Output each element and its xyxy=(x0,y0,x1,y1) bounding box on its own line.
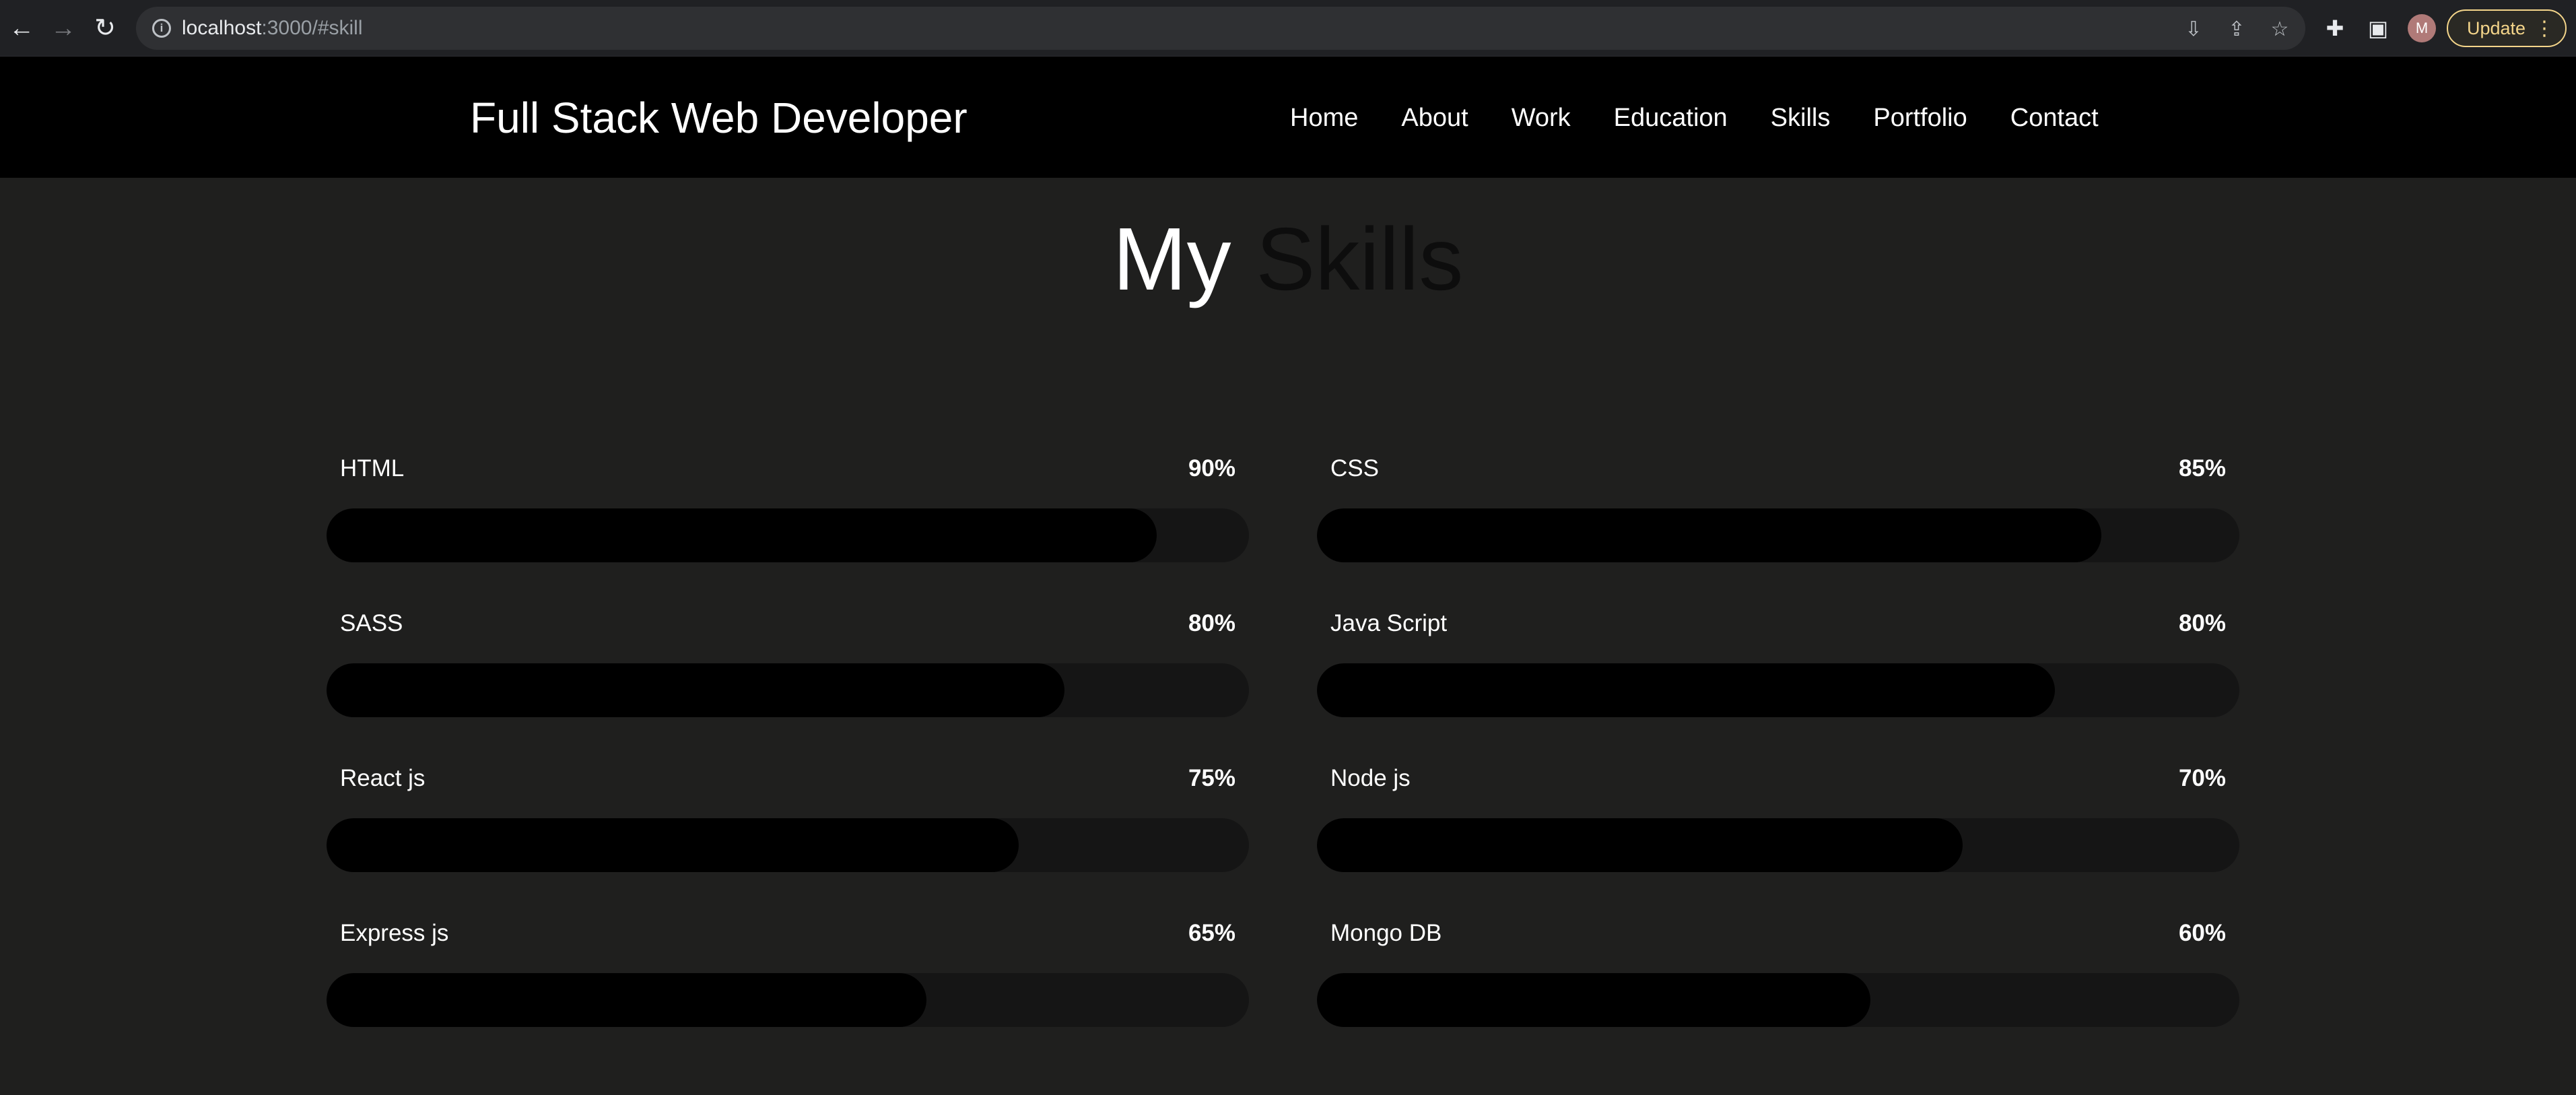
skill-bar-track xyxy=(1317,973,2239,1027)
skill-percent: 80% xyxy=(2178,610,2226,636)
reload-icon[interactable]: ↻ xyxy=(89,12,121,44)
install-icon[interactable]: ⇩ xyxy=(2180,16,2207,43)
nav-work[interactable]: Work xyxy=(1512,102,1571,133)
skill-name: Express js xyxy=(340,920,449,946)
avatar-initial: M xyxy=(2415,20,2429,36)
skill-bar-fill xyxy=(1317,508,2101,562)
forward-arrow-icon[interactable]: → xyxy=(47,12,79,44)
update-label: Update xyxy=(2467,18,2526,38)
section-title: My Skills xyxy=(0,209,2576,310)
skill-bar-fill xyxy=(327,663,1064,717)
skill-item: Node js 70% xyxy=(1317,764,2239,892)
update-button[interactable]: Update ⋮ xyxy=(2447,9,2567,47)
skill-bar-fill xyxy=(1317,973,1870,1027)
skill-bar-track xyxy=(327,973,1249,1027)
skill-item: React js 75% xyxy=(327,764,1249,892)
nav-skills[interactable]: Skills xyxy=(1771,102,1831,133)
skill-name: Node js xyxy=(1330,765,1411,791)
skill-name: React js xyxy=(340,765,426,791)
skill-bar-fill xyxy=(327,508,1157,562)
skill-bar-track xyxy=(1317,508,2239,562)
menu-dots-icon[interactable]: ⋮ xyxy=(2534,18,2554,40)
skill-item: SASS 80% xyxy=(327,609,1249,737)
skill-percent: 70% xyxy=(2178,765,2226,791)
nav-about[interactable]: About xyxy=(1401,102,1468,133)
extensions-icon[interactable]: ✚ xyxy=(2320,13,2350,43)
skill-percent: 85% xyxy=(2178,455,2226,482)
avatar[interactable]: M xyxy=(2408,14,2436,42)
skill-name: HTML xyxy=(340,455,405,482)
skill-name: CSS xyxy=(1330,455,1379,482)
skill-bar-track xyxy=(327,818,1249,872)
skill-item: Express js 65% xyxy=(327,919,1249,1047)
skill-bar-fill xyxy=(327,818,1019,872)
nav-education[interactable]: Education xyxy=(1614,102,1728,133)
skill-percent: 60% xyxy=(2178,920,2226,946)
skill-bar-track xyxy=(327,663,1249,717)
side-panel-icon[interactable]: ▣ xyxy=(2363,13,2393,43)
share-icon[interactable]: ⇪ xyxy=(2223,16,2250,43)
main-nav: Home About Work Education Skills Portfol… xyxy=(1290,102,2142,133)
skill-bar-track xyxy=(1317,818,2239,872)
skill-percent: 80% xyxy=(1188,610,1235,636)
star-icon[interactable]: ☆ xyxy=(2266,16,2293,43)
skill-bar-fill xyxy=(327,973,926,1027)
section-title-word-skills: Skills xyxy=(1256,209,1464,308)
nav-portfolio[interactable]: Portfolio xyxy=(1873,102,1967,133)
skill-bar-fill xyxy=(1317,663,2055,717)
skill-name: Java Script xyxy=(1330,610,1448,636)
skill-item: HTML 90% xyxy=(327,455,1249,583)
skill-percent: 65% xyxy=(1188,920,1235,946)
skill-bar-track xyxy=(327,508,1249,562)
nav-home[interactable]: Home xyxy=(1290,102,1358,133)
skill-name: Mongo DB xyxy=(1330,920,1442,946)
skill-bar-track xyxy=(1317,663,2239,717)
skill-name: SASS xyxy=(340,610,403,636)
skill-percent: 90% xyxy=(1188,455,1235,482)
brand-title[interactable]: Full Stack Web Developer xyxy=(470,92,968,143)
skill-item: Java Script 80% xyxy=(1317,609,2239,737)
browser-toolbar: ← → ↻ i localhost:3000/#skill ⇩ ⇪ ☆ ✚ ▣ … xyxy=(0,0,2576,57)
skill-item: Mongo DB 60% xyxy=(1317,919,2239,1047)
skill-percent: 75% xyxy=(1188,765,1235,791)
back-arrow-icon[interactable]: ← xyxy=(5,12,38,44)
section-title-word-my: My xyxy=(1112,209,1231,308)
info-icon[interactable]: i xyxy=(152,19,171,38)
url-text[interactable]: localhost:3000/#skill xyxy=(182,16,363,40)
skill-item: CSS 85% xyxy=(1317,455,2239,583)
address-bar[interactable]: i localhost:3000/#skill ⇩ ⇪ ☆ xyxy=(136,7,2305,50)
site-header: Full Stack Web Developer Home About Work… xyxy=(0,57,2576,178)
nav-contact[interactable]: Contact xyxy=(2010,102,2099,133)
skill-bar-fill xyxy=(1317,818,1963,872)
